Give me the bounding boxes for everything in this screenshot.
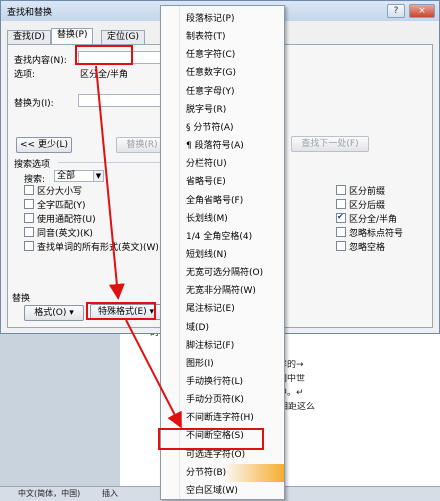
arrow-to-special-format: [95, 65, 125, 300]
tab-replace[interactable]: 替换(P): [51, 28, 94, 44]
annotation-arrows: [95, 65, 182, 429]
arrow-to-section-break: [125, 319, 182, 429]
